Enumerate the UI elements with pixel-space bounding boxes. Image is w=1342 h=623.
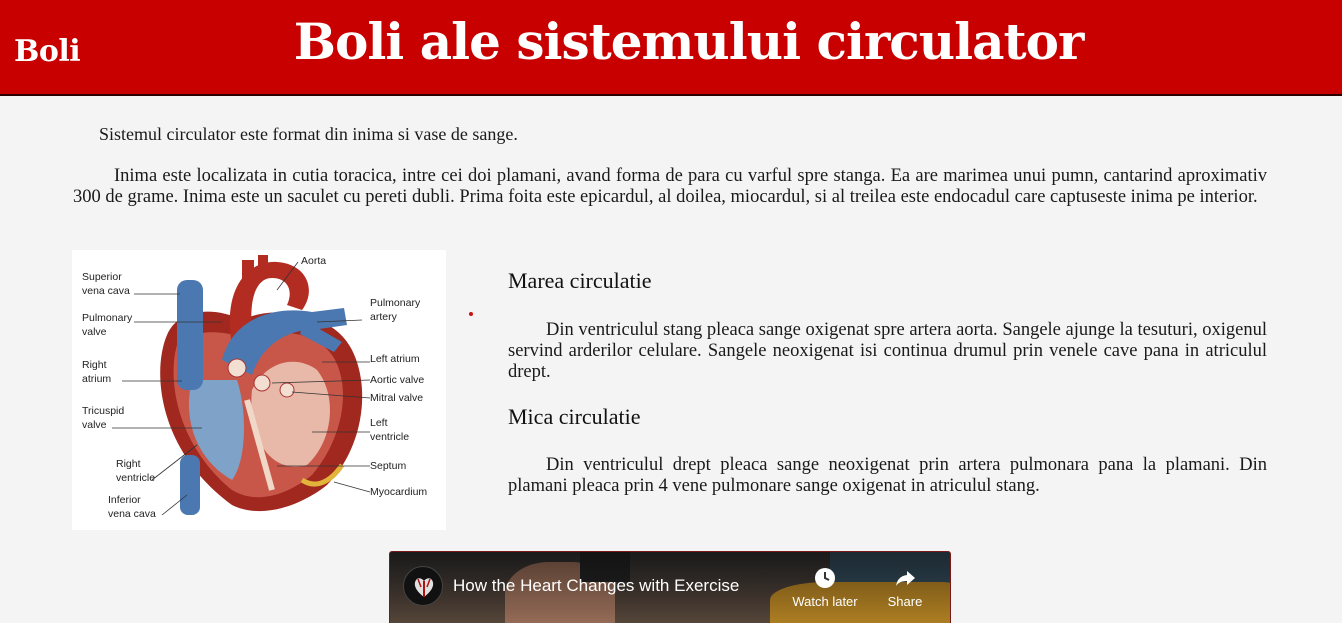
label-myocardium: Myocardium bbox=[370, 486, 427, 498]
label-pulmonary-artery: Pulmonary bbox=[370, 297, 421, 309]
channel-avatar[interactable] bbox=[403, 566, 443, 606]
svg-text:atrium: atrium bbox=[82, 373, 111, 385]
label-left-atrium: Left atrium bbox=[370, 353, 420, 365]
label-pulmonary-valve: Pulmonary bbox=[82, 312, 133, 324]
label-right-ventricle: Right bbox=[116, 458, 141, 470]
share-arrow-icon bbox=[896, 571, 915, 586]
svg-text:vena cava: vena cava bbox=[108, 508, 156, 520]
heart-logo-icon bbox=[414, 578, 434, 597]
intro-text: Sistemul circulator este format din inim… bbox=[99, 124, 518, 144]
label-right-atrium: Right bbox=[82, 359, 107, 371]
svg-text:artery: artery bbox=[370, 311, 398, 323]
section-text-mica-circulatie: Din ventriculul drept pleaca sange neoxi… bbox=[508, 455, 1267, 496]
section-title-mica-circulatie: Mica circulatie bbox=[508, 404, 641, 429]
label-aortic-valve: Aortic valve bbox=[370, 374, 424, 386]
decorative-dot bbox=[469, 312, 473, 316]
heart-description-paragraph: Inima este localizata in cutia toracica,… bbox=[73, 166, 1267, 207]
label-inferior-vena-cava: Inferior bbox=[108, 494, 141, 506]
label-septum: Septum bbox=[370, 460, 406, 472]
svg-text:ventricle: ventricle bbox=[116, 472, 155, 484]
clock-icon bbox=[815, 568, 835, 588]
heart-diagram-image: Superior vena cava Pulmonary valve Right… bbox=[82, 255, 427, 520]
watch-later-label: Watch later bbox=[792, 594, 858, 609]
label-superior-vena-cava: Superior bbox=[82, 271, 122, 283]
svg-text:ventricle: ventricle bbox=[370, 431, 409, 443]
section-text-marea-circulatie: Din ventriculul stang pleaca sange oxige… bbox=[508, 320, 1267, 382]
share-button[interactable]: Share bbox=[865, 566, 945, 609]
svg-text:valve: valve bbox=[82, 419, 107, 431]
video-title[interactable]: How the Heart Changes with Exercise bbox=[453, 576, 739, 596]
svg-text:valve: valve bbox=[82, 326, 107, 338]
embedded-video-player[interactable]: How the Heart Changes with Exercise Watc… bbox=[389, 551, 951, 623]
share-label: Share bbox=[887, 594, 923, 609]
svg-text:vena cava: vena cava bbox=[82, 285, 130, 297]
label-left-ventricle: Left bbox=[370, 417, 388, 429]
site-header: Boli Boli ale sistemului circulator bbox=[0, 0, 1342, 96]
label-mitral-valve: Mitral valve bbox=[370, 392, 423, 404]
label-tricuspid-valve: Tricuspid bbox=[82, 405, 124, 417]
watch-later-button[interactable]: Watch later bbox=[785, 566, 865, 609]
section-title-marea-circulatie: Marea circulatie bbox=[508, 268, 652, 293]
heart-diagram: Superior vena cava Pulmonary valve Right… bbox=[72, 250, 446, 530]
page-title: Boli ale sistemului circulator bbox=[293, 12, 1085, 71]
label-aorta: Aorta bbox=[301, 255, 326, 267]
